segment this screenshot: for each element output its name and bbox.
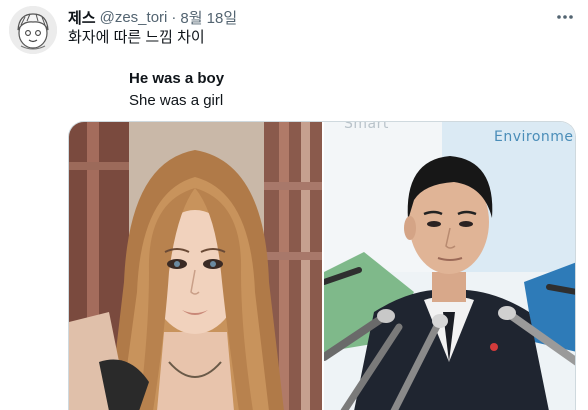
user-handle[interactable]: @zes_tori: [100, 9, 168, 26]
header-separator: ·: [171, 8, 177, 26]
woman-portrait-image: [69, 122, 322, 410]
quote-block: He was a boy She was a girl: [129, 68, 224, 112]
tweet-media[interactable]: Smart Environme: [68, 121, 576, 410]
more-options-button[interactable]: [553, 6, 577, 28]
quote-line-1: He was a boy: [129, 70, 225, 87]
left-photo[interactable]: [69, 122, 322, 410]
tweet-text: 화자에 따른 느낌 차이: [68, 29, 205, 46]
right-photo[interactable]: Smart Environme: [324, 122, 575, 410]
more-horizontal-icon: [557, 15, 573, 19]
tweet-date[interactable]: 8월 18일: [180, 7, 237, 28]
man-press-conference-image: [324, 122, 575, 410]
sign-text-right: Environme: [494, 129, 574, 145]
avatar-drawing: [9, 6, 57, 54]
quote-line-2: She was a girl: [129, 92, 224, 109]
display-name[interactable]: 제스: [68, 7, 96, 28]
avatar[interactable]: [9, 6, 57, 54]
tweet-header: 제스 @zes_tori · 8월 18일: [68, 6, 237, 28]
sign-text-top: Smart: [344, 122, 389, 132]
